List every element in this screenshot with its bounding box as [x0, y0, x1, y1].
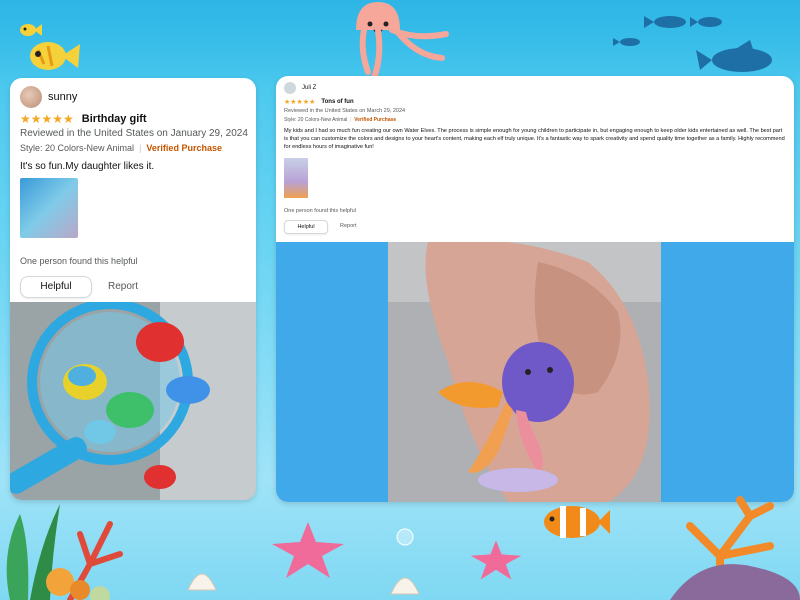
style-line: Style: 20 Colors-New Animal | Verified P…: [20, 143, 222, 153]
seashell-icon: [390, 577, 420, 595]
jellyfish-icon: [356, 2, 449, 81]
star-rating[interactable]: ★★★★★: [20, 112, 74, 126]
reviewer-profile[interactable]: sunny: [20, 86, 77, 108]
reviewer-name: Juli Z: [302, 85, 317, 91]
bubble-icon: [396, 528, 414, 546]
separator: |: [136, 143, 144, 153]
starfish-icon: [470, 540, 522, 580]
review-title[interactable]: Tons of fun: [321, 99, 353, 105]
helpful-button[interactable]: Helpful: [284, 220, 328, 234]
seaweed-coral-left-icon: [6, 504, 123, 600]
rating-row: ★★★★★ Tons of fun: [284, 98, 354, 106]
separator: |: [348, 117, 353, 123]
verified-purchase-badge: Verified Purchase: [146, 143, 222, 153]
review-image-thumbnail[interactable]: [284, 158, 308, 198]
product-style[interactable]: Style: 20 Colors-New Animal: [284, 117, 347, 123]
review-body: My kids and I had so much fun creating o…: [284, 128, 785, 150]
review-body: It's so fun.My daughter likes it.: [20, 161, 155, 172]
seashell-icon: [187, 573, 217, 591]
report-link[interactable]: Report: [340, 223, 357, 229]
verified-purchase-badge: Verified Purchase: [354, 117, 397, 123]
coral-right-icon: [670, 496, 800, 600]
review-date: Reviewed in the United States on January…: [20, 128, 248, 139]
helpful-count: One person found this helpful: [20, 256, 138, 266]
review-photo[interactable]: [388, 242, 661, 502]
yellow-fish-icon: [20, 24, 80, 70]
starfish-icon: [272, 522, 344, 578]
review-card: Juli Z ★★★★★ Tons of fun Reviewed in the…: [276, 76, 794, 502]
star-rating[interactable]: ★★★★★: [284, 98, 315, 106]
rating-row: ★★★★★ Birthday gift: [20, 112, 147, 126]
review-date: Reviewed in the United States on March 2…: [284, 108, 406, 114]
review-photo[interactable]: [10, 302, 256, 500]
avatar: [284, 82, 296, 94]
review-title[interactable]: Birthday gift: [82, 113, 147, 125]
product-style[interactable]: Style: 20 Colors-New Animal: [20, 143, 134, 153]
style-line: Style: 20 Colors-New Animal | Verified P…: [284, 117, 396, 123]
helpful-count: One person found this helpful: [284, 208, 356, 214]
reviewer-name: sunny: [48, 91, 78, 103]
avatar: [20, 86, 42, 108]
reviewer-profile[interactable]: Juli Z: [284, 82, 316, 94]
blue-fish-school-icon: [613, 16, 772, 72]
clownfish-icon: [544, 506, 610, 538]
review-card: sunny ★★★★★ Birthday gift Reviewed in th…: [10, 78, 256, 500]
ocean-background: sunny ★★★★★ Birthday gift Reviewed in th…: [0, 0, 800, 600]
helpful-button[interactable]: Helpful: [20, 276, 92, 298]
report-link[interactable]: Report: [108, 281, 138, 292]
review-image-thumbnail[interactable]: [20, 178, 78, 238]
